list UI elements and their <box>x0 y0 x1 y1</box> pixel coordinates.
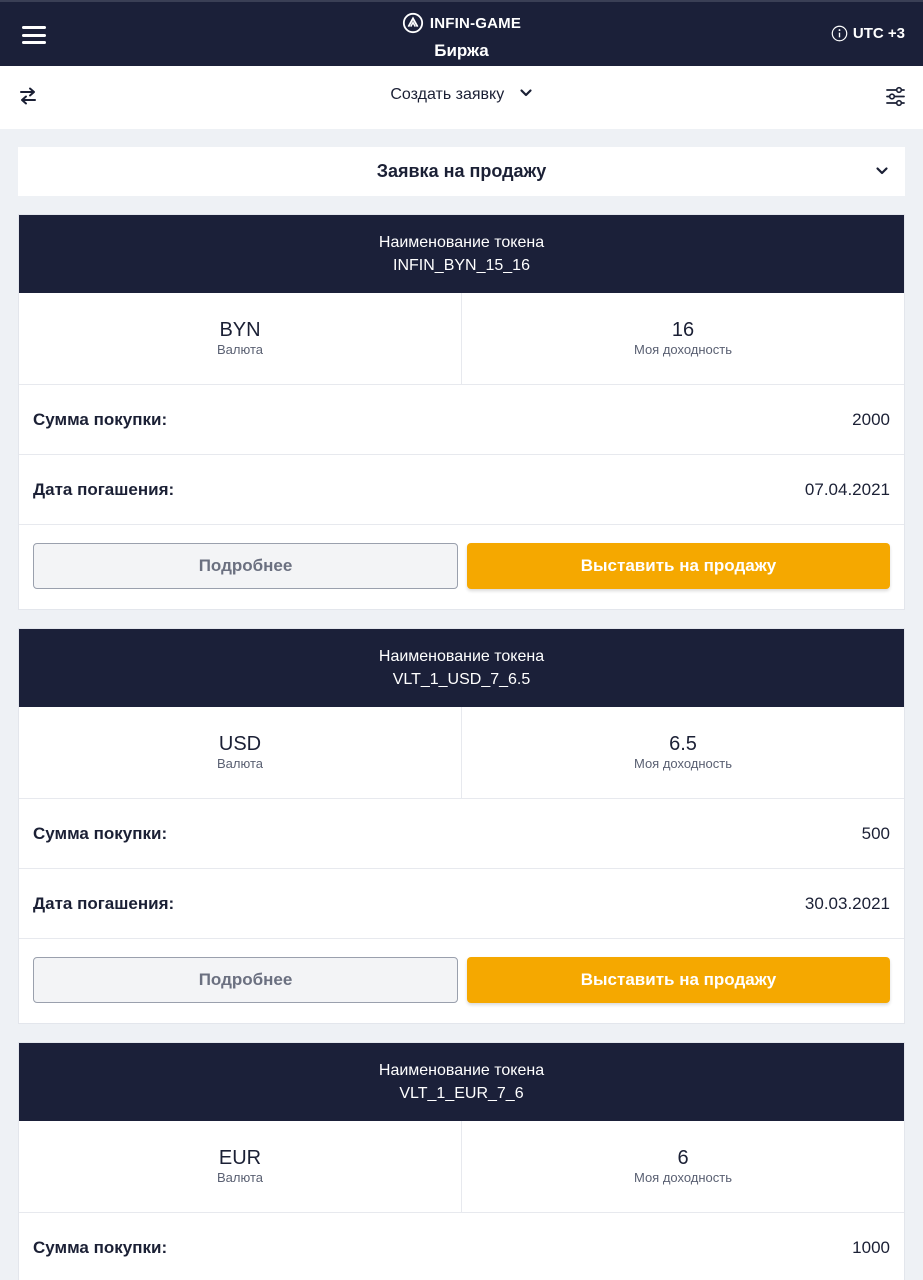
details-button[interactable]: Подробнее <box>33 543 458 589</box>
brand-logo-icon <box>402 12 423 34</box>
yield-label: Моя доходность <box>633 342 733 357</box>
currency-cell: USD Валюта <box>19 707 461 798</box>
yield-label: Моя доходность <box>633 756 733 771</box>
currency-value: EUR <box>218 1147 262 1169</box>
token-name-label: Наименование токена <box>378 234 545 251</box>
token-card: Наименование токена VLT_1_EUR_7_6 EUR Ва… <box>18 1042 905 1280</box>
purchase-amount-value: 2000 <box>852 409 890 429</box>
currency-cell: EUR Валюта <box>19 1121 461 1212</box>
token-name-label: Наименование токена <box>378 648 545 665</box>
token-stats: EUR Валюта 6 Моя доходность <box>19 1121 904 1213</box>
brand-name: INFIN-GAME <box>429 14 522 32</box>
card-actions: Подробнее Выставить на продажу <box>19 525 904 609</box>
token-stats: USD Валюта 6.5 Моя доходность <box>19 707 904 799</box>
put-on-sale-button[interactable]: Выставить на продажу <box>467 543 890 589</box>
purchase-amount-row: Сумма покупки: 1000 <box>19 1213 904 1280</box>
currency-label: Валюта <box>217 342 263 357</box>
timezone-label: UTC +3 <box>852 25 905 42</box>
maturity-date-row: Дата погашения: 07.04.2021 <box>19 455 904 525</box>
token-name: VLT_1_USD_7_6.5 <box>392 671 531 688</box>
info-icon <box>831 25 848 42</box>
chevron-down-icon <box>520 89 532 97</box>
page-title: Биржа <box>434 41 489 60</box>
token-name: INFIN_BYN_15_16 <box>393 257 530 274</box>
currency-label: Валюта <box>217 1170 263 1185</box>
token-card: Наименование токена INFIN_BYN_15_16 BYN … <box>18 214 905 610</box>
create-order-label: Создать заявку <box>390 86 505 103</box>
maturity-date-value: 07.04.2021 <box>804 479 890 499</box>
token-stats: BYN Валюта 16 Моя доходность <box>19 293 904 385</box>
yield-value: 6.5 <box>669 733 697 755</box>
purchase-amount-value: 1000 <box>852 1237 890 1257</box>
details-button[interactable]: Подробнее <box>33 957 458 1003</box>
token-card-header: Наименование токена VLT_1_USD_7_6.5 <box>19 629 904 707</box>
purchase-amount-label: Сумма покупки: <box>33 409 168 429</box>
maturity-date-value: 30.03.2021 <box>804 893 890 913</box>
toolbar: Создать заявку <box>0 66 923 129</box>
order-type-select[interactable]: Заявка на продажу <box>18 147 905 196</box>
yield-value: 16 <box>671 319 695 341</box>
maturity-date-label: Дата погашения: <box>33 479 175 499</box>
token-card-header: Наименование токена VLT_1_EUR_7_6 <box>19 1043 904 1121</box>
purchase-amount-value: 500 <box>861 823 890 843</box>
put-on-sale-button[interactable]: Выставить на продажу <box>467 957 890 1003</box>
yield-cell: 16 Моя доходность <box>461 293 904 384</box>
yield-cell: 6.5 Моя доходность <box>461 707 904 798</box>
yield-cell: 6 Моя доходность <box>461 1121 904 1212</box>
purchase-amount-label: Сумма покупки: <box>33 823 168 843</box>
token-card-header: Наименование токена INFIN_BYN_15_16 <box>19 215 904 293</box>
maturity-date-row: Дата погашения: 30.03.2021 <box>19 869 904 939</box>
maturity-date-label: Дата погашения: <box>33 893 175 913</box>
currency-value: USD <box>218 733 262 755</box>
currency-cell: BYN Валюта <box>19 293 461 384</box>
token-card: Наименование токена VLT_1_USD_7_6.5 USD … <box>18 628 905 1024</box>
yield-value: 6 <box>677 1147 689 1169</box>
chevron-down-icon <box>876 167 888 175</box>
brand-row: INFIN-GAME <box>402 12 521 34</box>
yield-label: Моя доходность <box>633 1170 733 1185</box>
order-type-label: Заявка на продажу <box>376 161 547 181</box>
card-actions: Подробнее Выставить на продажу <box>19 939 904 1023</box>
purchase-amount-row: Сумма покупки: 2000 <box>19 385 904 455</box>
currency-label: Валюта <box>217 756 263 771</box>
timezone-indicator[interactable]: UTC +3 <box>831 25 905 42</box>
app-header: INFIN-GAME Биржа UTC +3 <box>0 0 923 66</box>
filter-sliders-icon[interactable] <box>885 86 906 107</box>
purchase-amount-row: Сумма покупки: 500 <box>19 799 904 869</box>
purchase-amount-label: Сумма покупки: <box>33 1237 168 1257</box>
currency-value: BYN <box>219 319 261 341</box>
brand: INFIN-GAME Биржа <box>0 12 923 61</box>
token-name: VLT_1_EUR_7_6 <box>399 1085 524 1102</box>
create-order-dropdown[interactable]: Создать заявку <box>0 86 923 104</box>
token-name-label: Наименование токена <box>378 1062 545 1079</box>
